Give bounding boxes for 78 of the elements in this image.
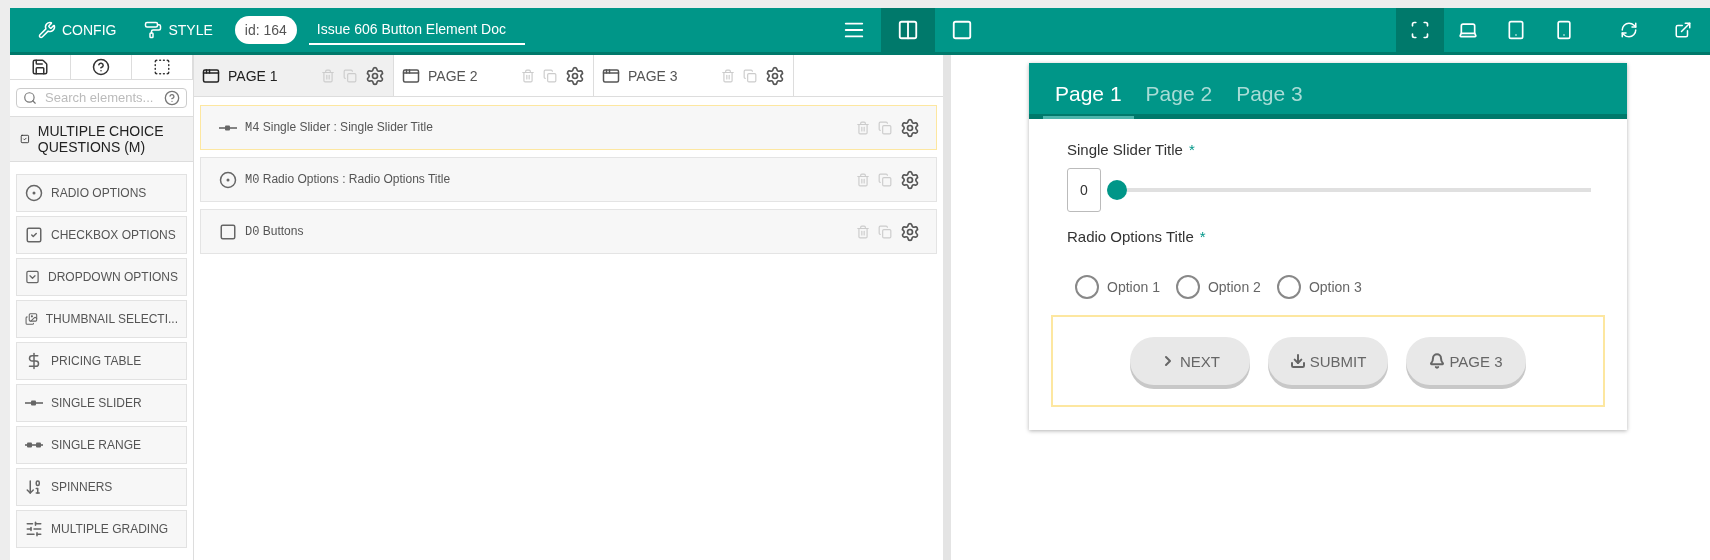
settings-icon[interactable] — [565, 65, 585, 86]
form-page-tab[interactable]: Page 1 — [1043, 82, 1134, 119]
element-item[interactable]: PRICING TABLE — [16, 342, 187, 380]
images-icon — [25, 310, 38, 328]
option-label: Option 1 — [1107, 279, 1160, 295]
view-mode-button[interactable] — [880, 8, 935, 52]
question-title: Radio Options Title — [1067, 228, 1194, 245]
page-tab-label: PAGE 3 — [628, 67, 678, 84]
paint-roller-icon — [144, 21, 163, 39]
element-item[interactable]: CHECKBOX OPTIONS — [16, 216, 187, 254]
slider-icon — [219, 124, 237, 131]
settings-icon[interactable] — [900, 221, 920, 242]
save-icon — [31, 57, 49, 76]
radio-button[interactable] — [1276, 275, 1301, 299]
id-badge: id: 164 — [234, 16, 297, 44]
checkbox-icon — [25, 226, 43, 244]
element-row[interactable]: M4 Single Slider : Single Slider Title — [200, 105, 937, 150]
page-tab-label: PAGE 2 — [428, 67, 478, 84]
wrench-icon — [38, 21, 56, 39]
element-item[interactable]: MULTIPLE GRADING — [16, 510, 187, 548]
dashed-window-icon — [153, 57, 171, 76]
slider-thumb[interactable] — [1107, 180, 1127, 200]
sort-numeric-icon — [25, 478, 43, 496]
button-icon — [219, 222, 237, 241]
option-label: Option 2 — [1207, 279, 1261, 295]
help-icon — [92, 57, 110, 76]
tablet-icon — [1506, 20, 1526, 40]
option-label: Option 3 — [1308, 279, 1362, 295]
help-icon — [164, 89, 180, 106]
element-item[interactable]: SPINNERS — [16, 468, 187, 506]
window-icon — [602, 66, 620, 85]
search-bar[interactable]: Search elements... — [16, 87, 187, 108]
slider-icon — [25, 400, 43, 406]
settings-icon[interactable] — [765, 65, 785, 86]
bell-icon — [1429, 353, 1446, 369]
dropdown-icon — [25, 268, 40, 286]
element-item[interactable]: SINGLE RANGE — [16, 426, 187, 464]
config-button[interactable]: CONFIG — [24, 8, 131, 52]
phone-icon — [1554, 20, 1574, 40]
element-item[interactable]: THUMBNAIL SELECTI... — [16, 300, 187, 338]
required-mark: * — [1188, 141, 1195, 158]
search-icon — [23, 90, 37, 105]
window-icon — [202, 66, 220, 85]
element-row-label: M0 Radio Options : Radio Options Title — [245, 172, 451, 187]
page-tab-label: PAGE 1 — [228, 67, 278, 84]
sliders-icon — [25, 520, 43, 538]
style-button[interactable]: STYLE — [130, 8, 227, 52]
element-row-label: M4 Single Slider : Single Slider Title — [245, 120, 433, 135]
element-row-label: D0 Buttons — [245, 224, 304, 239]
split-layout-icon — [896, 19, 919, 41]
fullscreen-icon — [1410, 20, 1430, 40]
element-item[interactable]: SINGLE SLIDER — [16, 384, 187, 422]
page-tab[interactable]: PAGE 1 — [194, 55, 394, 96]
required-mark: * — [1199, 228, 1206, 245]
laptop-icon — [1458, 20, 1478, 40]
element-row[interactable]: M0 Radio Options : Radio Options Title — [200, 157, 937, 202]
radio-icon — [25, 184, 43, 202]
radio-button[interactable] — [1175, 275, 1200, 299]
external-link-icon — [1674, 21, 1692, 39]
device-button[interactable] — [1396, 8, 1444, 52]
element-item[interactable]: RADIO OPTIONS — [16, 174, 187, 212]
radio-button[interactable] — [1075, 275, 1099, 299]
download-icon — [1289, 353, 1306, 369]
settings-icon[interactable] — [365, 65, 385, 86]
settings-icon[interactable] — [900, 117, 920, 138]
refresh-icon — [1620, 21, 1638, 39]
question-title: Single Slider Title — [1067, 141, 1183, 158]
window-icon — [402, 66, 420, 85]
category-label: MULTIPLE CHOICE QUESTIONS (M) — [37, 123, 165, 155]
category-header[interactable]: MULTIPLE CHOICE QUESTIONS (M) — [10, 116, 193, 162]
slider-value-field[interactable]: 0 — [1067, 168, 1101, 212]
preview-layout-icon — [950, 19, 973, 41]
settings-icon[interactable] — [900, 169, 920, 190]
radio-icon — [219, 170, 237, 189]
document-title-field[interactable]: Issue 606 Button Element Doc — [308, 15, 525, 45]
range-icon — [25, 442, 43, 448]
element-item[interactable]: DROPDOWN OPTIONS — [16, 258, 187, 296]
element-row[interactable]: D0 Buttons — [200, 209, 937, 254]
